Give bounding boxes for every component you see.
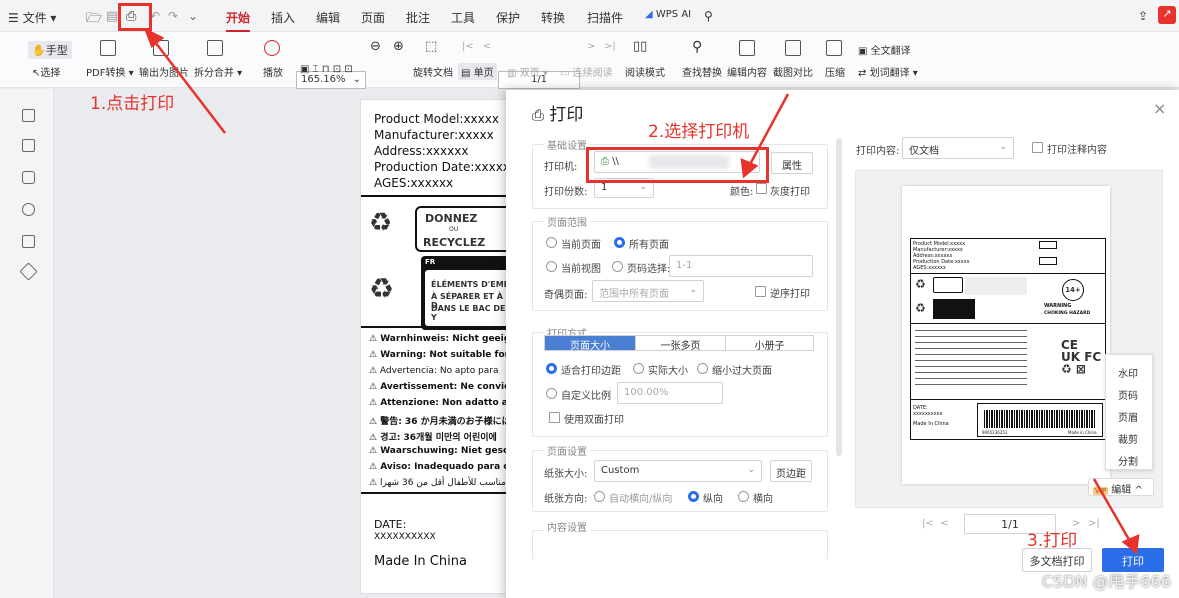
arrow-head-step2 [740, 157, 759, 179]
arrow-step1 [151, 37, 226, 134]
annotation-arrows [143, 27, 1140, 555]
arrow-step3 [1092, 478, 1133, 544]
arrow-head-step3 [1121, 533, 1140, 555]
arrow-step2 [746, 93, 790, 169]
csdn-watermark: CSDN @甩手666 [1041, 572, 1171, 591]
arrow-head-step1 [143, 27, 165, 49]
